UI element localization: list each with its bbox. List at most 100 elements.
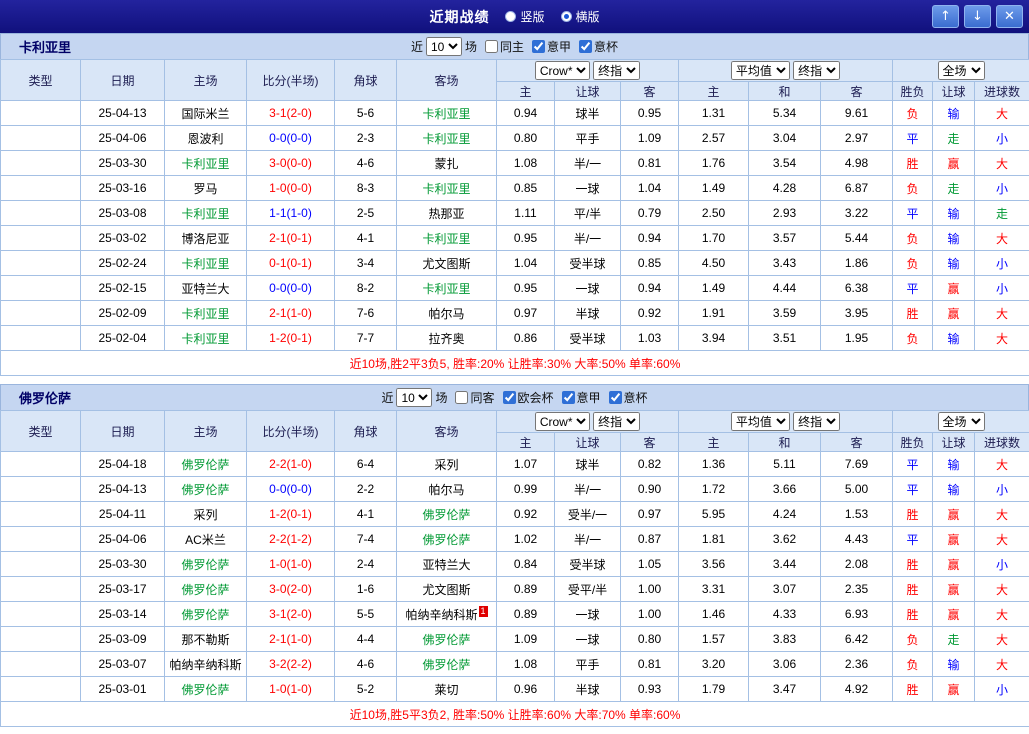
asian-odds-selectors: Crow* 终指 — [496, 410, 679, 433]
handicap-line-cell: 受平/半 — [554, 576, 621, 602]
col-handicap-result: 让球 — [932, 81, 976, 101]
odds-time-select[interactable]: 终指 — [593, 61, 641, 80]
col-date: 日期 — [80, 59, 165, 101]
corners-cell: 8-2 — [334, 275, 397, 301]
results-table: 类型 日期 主场 比分(半场) 角球 客场 Crow* 终指 平均值 终指 全场… — [0, 59, 1029, 376]
handicap-line-cell: 半球 — [554, 300, 621, 326]
asian-away-odds-cell: 0.87 — [620, 526, 679, 552]
goals-result-cell: 小 — [974, 476, 1029, 502]
match-row: 意甲 25-03-08 卡利亚里 1-1(1-0) 2-5 热那亚 1.11 平/半 0.79 2… — [0, 200, 1029, 226]
competition-type-cell: 意甲 — [0, 125, 81, 151]
asian-away-odds-cell: 0.94 — [620, 275, 679, 301]
competition-type-cell: 意甲 — [0, 175, 81, 201]
serie-a-checkbox[interactable] — [561, 391, 575, 404]
asian-home-odds-cell: 0.97 — [496, 300, 555, 326]
away-team-cell: 卡利亚里 — [396, 275, 497, 301]
score-cell: 2-2(1-2) — [246, 526, 335, 552]
outcome-cell: 负 — [892, 651, 934, 677]
outcome-cell: 负 — [892, 225, 934, 251]
col-corners: 角球 — [334, 59, 397, 101]
handicap-line-cell: 平手 — [554, 125, 621, 151]
handicap-result-cell: 输 — [932, 476, 976, 502]
asian-home-odds-cell: 0.99 — [496, 476, 555, 502]
scope-select[interactable]: 全场 — [937, 412, 985, 431]
col-asian-line: 让球 — [554, 81, 621, 101]
euro-home-odds-cell: 3.20 — [678, 651, 749, 677]
handicap-line-cell: 一球 — [554, 275, 621, 301]
recent-count-select[interactable]: 10 — [396, 388, 433, 407]
outcome-cell: 平 — [892, 476, 934, 502]
col-euro-draw: 和 — [748, 432, 821, 452]
competition-type-cell: 意甲 — [0, 150, 81, 176]
corners-cell: 5-2 — [334, 676, 397, 702]
filter-coppa-italia[interactable]: 意杯 — [608, 389, 648, 406]
filter-coppa-italia[interactable]: 意杯 — [579, 38, 618, 55]
match-row: 意甲 25-03-02 博洛尼亚 2-1(0-1) 4-1 卡利亚里 0.95 半/一 0.94… — [0, 225, 1029, 251]
filter-same-home[interactable]: 同主 — [484, 38, 524, 55]
filter-same-away[interactable]: 同客 — [455, 389, 495, 406]
euro-home-odds-cell: 1.31 — [678, 100, 749, 126]
match-row: 意甲 25-04-06 AC米兰 2-2(1-2) 7-4 佛罗伦萨 1.02 半/一 0.87… — [0, 526, 1029, 552]
date-cell: 25-02-24 — [80, 250, 165, 276]
layout-radio-vertical[interactable]: 竖版 — [505, 8, 545, 25]
euro-draw-odds-cell: 3.62 — [748, 526, 821, 552]
odds-time-select[interactable]: 终指 — [593, 412, 641, 431]
close-button[interactable]: ✕ — [996, 5, 1023, 28]
outcome-cell: 负 — [892, 100, 934, 126]
euro-away-odds-cell: 1.86 — [819, 250, 894, 276]
corners-cell: 4-1 — [334, 501, 397, 527]
serie-a-checkbox[interactable] — [532, 40, 545, 53]
euro-away-odds-cell: 6.38 — [819, 275, 894, 301]
filter-serie-a[interactable]: 意甲 — [561, 389, 601, 406]
outcome-cell: 负 — [892, 250, 934, 276]
euro-time-select[interactable]: 终指 — [793, 61, 841, 80]
asian-away-odds-cell: 0.85 — [620, 250, 679, 276]
asian-away-odds-cell: 1.04 — [620, 175, 679, 201]
goals-result-cell: 大 — [974, 501, 1029, 527]
same-away-checkbox[interactable] — [455, 391, 469, 404]
asian-away-odds-cell: 1.00 — [620, 576, 679, 602]
date-cell: 25-04-06 — [80, 125, 165, 151]
coppa-italia-checkbox[interactable] — [608, 391, 622, 404]
radio-label: 竖版 — [520, 10, 545, 24]
scope-select[interactable]: 全场 — [937, 61, 985, 80]
corners-cell: 2-3 — [334, 125, 397, 151]
home-team-cell: 佛罗伦萨 — [164, 551, 247, 577]
euro-home-odds-cell: 2.57 — [678, 125, 749, 151]
asian-away-odds-cell: 0.81 — [620, 150, 679, 176]
checkbox-label: 欧会杯 — [517, 391, 554, 405]
conference-league-checkbox[interactable] — [502, 391, 516, 404]
filter-conference-league[interactable]: 欧会杯 — [502, 389, 554, 406]
euro-company-select[interactable]: 平均值 — [730, 412, 790, 431]
date-cell: 25-02-09 — [80, 300, 165, 326]
euro-away-odds-cell: 5.00 — [819, 476, 894, 502]
odds-company-select[interactable]: Crow* — [534, 61, 590, 80]
goals-result-cell: 大 — [974, 526, 1029, 552]
coppa-italia-checkbox[interactable] — [579, 40, 593, 53]
euro-home-odds-cell: 4.50 — [678, 250, 749, 276]
match-row: 意甲 25-04-06 恩波利 0-0(0-0) 2-3 卡利亚里 0.80 平手 1.09 2.… — [0, 125, 1029, 151]
layout-radio-horizontal[interactable]: 横版 — [560, 8, 600, 25]
score-cell: 3-2(2-2) — [246, 651, 335, 677]
away-team-cell: 热那亚 — [396, 200, 497, 226]
euro-company-select[interactable]: 平均值 — [730, 61, 790, 80]
same-home-checkbox[interactable] — [484, 40, 498, 53]
filter-serie-a[interactable]: 意甲 — [532, 38, 571, 55]
recent-count-select[interactable]: 10 — [425, 37, 462, 56]
score-cell: 2-1(1-0) — [246, 626, 335, 652]
competition-type-cell: 意甲 — [0, 676, 81, 702]
titlebar-center: 近期战绩 竖版 横版 — [0, 7, 1029, 27]
competition-type-cell: 欧会杯 — [0, 651, 81, 677]
odds-company-select[interactable]: Crow* — [534, 412, 590, 431]
date-cell: 25-03-07 — [80, 651, 165, 677]
move-down-button[interactable]: ↓ — [964, 5, 991, 28]
move-up-button[interactable]: ↑ — [932, 5, 959, 28]
score-cell: 0-1(0-1) — [246, 250, 335, 276]
asian-home-odds-cell: 1.09 — [496, 626, 555, 652]
asian-home-odds-cell: 0.84 — [496, 551, 555, 577]
euro-time-select[interactable]: 终指 — [793, 412, 841, 431]
corners-cell: 7-7 — [334, 325, 397, 351]
home-team-cell: 卡利亚里 — [164, 250, 247, 276]
away-team-cell: 卡利亚里 — [396, 100, 497, 126]
outcome-cell: 胜 — [892, 300, 934, 326]
